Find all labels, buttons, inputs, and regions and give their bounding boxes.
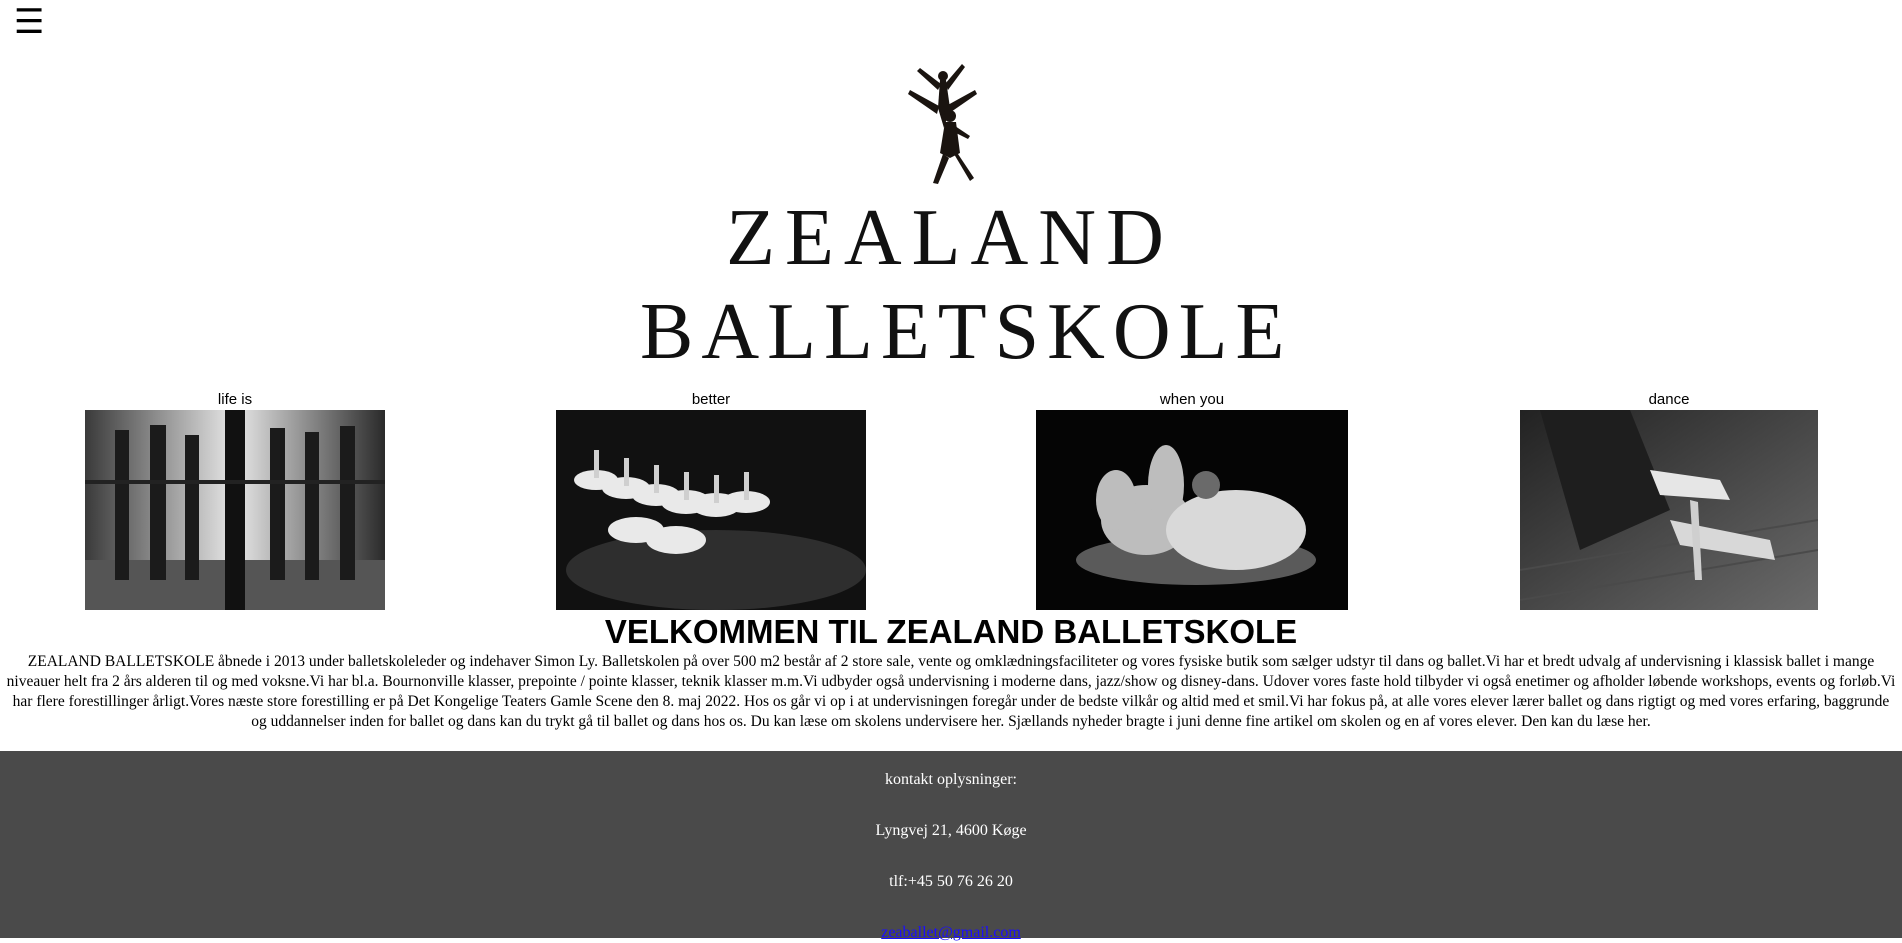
gallery-item-4: dance <box>1509 390 1829 610</box>
article-link[interactable]: her <box>1628 713 1647 730</box>
gallery-caption: better <box>691 391 731 408</box>
contact-heading: kontakt oplysninger: <box>885 771 1017 788</box>
menu-icon[interactable]: ☰ <box>14 4 44 40</box>
contact-address: Lyngvej 21, 4600 Køge <box>875 822 1027 839</box>
welcome-text: ZEALAND BALLETSKOLE åbnede i 2013 under … <box>4 652 1898 732</box>
gallery-image-swan-lake <box>556 410 866 610</box>
gallery-image-barre-class <box>85 410 385 610</box>
logo: ZEALAND BALLETSKOLE <box>640 58 1284 376</box>
contact-email-link[interactable]: zeaballet@gmail.com <box>881 924 1021 941</box>
gallery-caption: life is <box>217 391 253 408</box>
welcome-end: . <box>1646 713 1651 730</box>
contact-phone: tlf:+45 50 76 26 20 <box>889 873 1013 890</box>
logo-line-zealand: ZEALAND <box>726 194 1174 282</box>
teachers-link[interactable]: her <box>981 713 1000 730</box>
dancers-icon <box>908 64 977 184</box>
welcome-title: VELKOMMEN TIL ZEALAND BALLETSKOLE <box>604 613 1298 650</box>
logo-line-balletskole: BALLETSKOLE <box>640 288 1293 376</box>
welcome-middle: . Sjællands nyheder bragte i juni denne … <box>1000 713 1628 730</box>
contact-email-row: zeaballet@gmail.com <box>0 923 1902 943</box>
gallery-caption: dance <box>1648 391 1690 408</box>
gallery-image-powder-dancer <box>1036 410 1348 610</box>
gallery-image-pointe-shoes <box>1520 410 1818 610</box>
gallery-item-2: better <box>551 390 871 610</box>
gallery-item-1: life is <box>75 390 395 610</box>
gallery-caption: when you <box>1159 391 1225 408</box>
footer: kontakt oplysninger: Lyngvej 21, 4600 Kø… <box>0 751 1902 941</box>
gallery-item-3: when you <box>1032 390 1352 610</box>
